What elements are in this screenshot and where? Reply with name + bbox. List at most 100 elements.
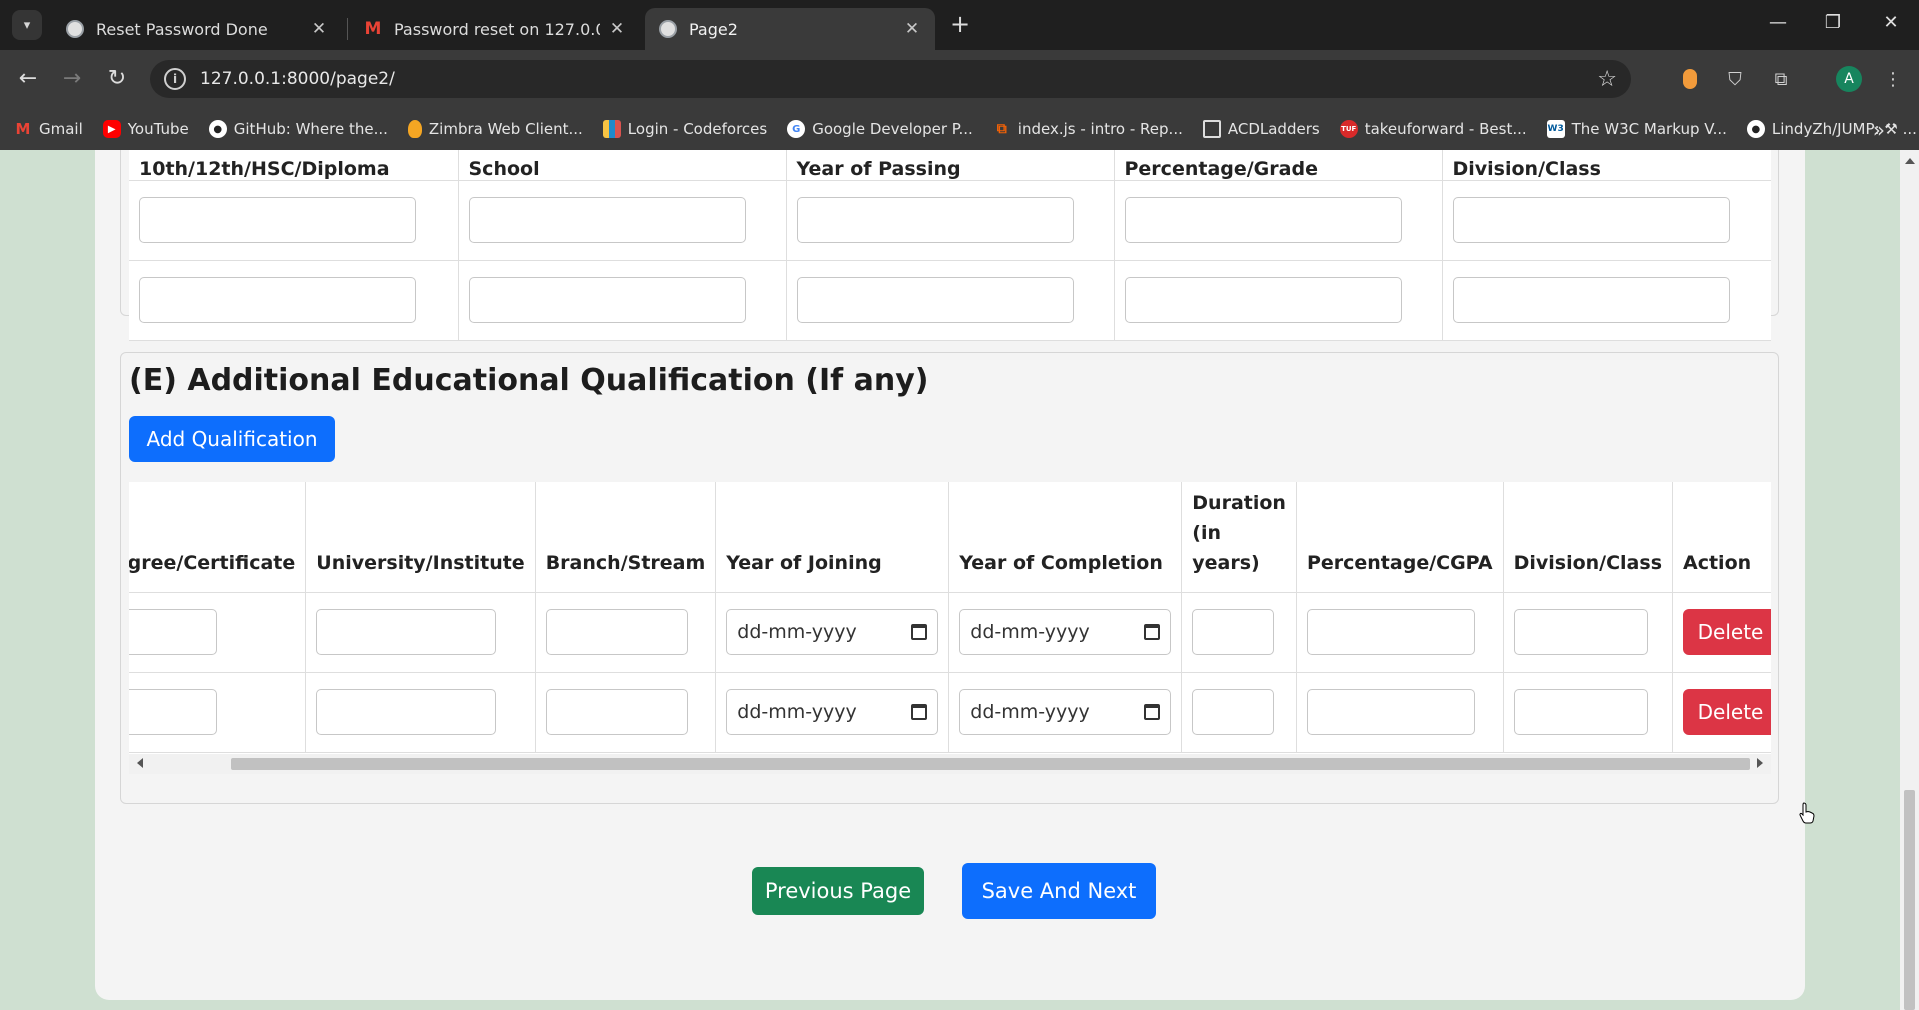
bookmark-label: Gmail (39, 120, 83, 138)
percentage-grade-input[interactable] (1124, 277, 1402, 323)
bookmark-github[interactable]: ● GitHub: Where the... (208, 120, 388, 138)
exam-input[interactable] (139, 277, 416, 323)
menu-icon[interactable]: ⋮ (1880, 66, 1906, 92)
university-input[interactable] (316, 689, 497, 735)
qualification-table-scroll[interactable]: Degree/Certificate University/Institute … (129, 482, 1771, 754)
bookmark-label: index.js - intro - Rep... (1017, 120, 1183, 138)
bookmark-label: Zimbra Web Client... (428, 120, 583, 138)
year-of-joining-input[interactable]: dd-mm-yyyy (726, 689, 939, 735)
back-icon[interactable]: ← (13, 65, 43, 93)
calendar-icon[interactable] (911, 704, 928, 720)
school-input[interactable] (468, 277, 746, 323)
table-cell (305, 672, 536, 753)
bookmark-w3c[interactable]: W3 The W3C Markup V... (1546, 120, 1727, 138)
division-class-input[interactable] (1513, 609, 1648, 655)
university-input[interactable] (316, 609, 497, 655)
calendar-icon[interactable] (1144, 624, 1161, 640)
close-window-icon[interactable]: ✕ (1876, 12, 1906, 33)
division-class-input[interactable] (1452, 197, 1730, 243)
github-icon: ● (1746, 120, 1765, 138)
degree-input[interactable] (129, 609, 217, 655)
exam-input[interactable] (139, 197, 416, 243)
bookmark-label: Login - Codeforces (627, 120, 768, 138)
degree-input[interactable] (129, 689, 217, 735)
school-education-table: 10th/12th/HSC/Diploma School Year of Pas… (129, 150, 1771, 341)
duration-input[interactable] (1192, 689, 1275, 735)
star-icon[interactable]: ☆ (1597, 67, 1617, 92)
branch-input[interactable] (545, 609, 688, 655)
tab-search-button[interactable]: ▾ (12, 10, 42, 40)
table-row: dd-mm-yyyy dd-mm-yyyy Delete (129, 672, 1771, 753)
horizontal-scrollbar[interactable] (129, 754, 1771, 774)
column-header: Duration (in years) (1181, 482, 1297, 593)
bookmark-google-developer[interactable]: G Google Developer P... (787, 120, 973, 138)
bookmark-youtube[interactable]: ▶ YouTube (102, 120, 189, 138)
percentage-grade-input[interactable] (1124, 197, 1402, 243)
year-of-passing-input[interactable] (796, 277, 1074, 323)
delete-button[interactable]: Delete (1683, 689, 1771, 735)
table-cell (1503, 672, 1674, 753)
scroll-right-icon[interactable] (1757, 758, 1763, 768)
new-tab-button[interactable]: + (950, 12, 970, 36)
bookmark-zimbra[interactable]: Zimbra Web Client... (407, 120, 583, 138)
bookmark-takeuforward[interactable]: TUF takeuforward - Best... (1339, 120, 1527, 138)
tab-password-reset[interactable]: M Password reset on 127.0.0.1:800 ✕ (350, 8, 640, 50)
close-icon[interactable]: ✕ (310, 19, 328, 39)
delete-button[interactable]: Delete (1683, 609, 1771, 655)
minimize-icon[interactable]: — (1763, 12, 1793, 33)
tab-page2[interactable]: Page2 ✕ (645, 8, 935, 50)
branch-input[interactable] (545, 689, 688, 735)
table-cell (129, 260, 459, 341)
tab-reset-password-done[interactable]: Reset Password Done ✕ (52, 8, 342, 50)
address-url[interactable]: 127.0.0.1:8000/page2/ (200, 69, 1597, 89)
bookmark-gmail[interactable]: M Gmail (14, 120, 83, 138)
year-of-completion-input[interactable]: dd-mm-yyyy (959, 609, 1172, 655)
close-icon[interactable]: ✕ (903, 19, 921, 39)
table-cell: dd-mm-yyyy (715, 672, 950, 753)
division-class-input[interactable] (1452, 277, 1730, 323)
profile-avatar[interactable]: A (1836, 66, 1862, 92)
scrollbar-thumb[interactable] (231, 758, 1750, 770)
scrollbar-thumb[interactable] (1904, 790, 1915, 1010)
column-header: Action (1672, 482, 1771, 593)
close-icon[interactable]: ✕ (608, 19, 626, 39)
add-qualification-button[interactable]: Add Qualification (129, 416, 335, 462)
forward-icon[interactable]: → (57, 65, 87, 93)
calendar-icon[interactable] (911, 624, 928, 640)
bookmark-acdladders[interactable]: ACDLadders (1202, 120, 1320, 138)
school-input[interactable] (468, 197, 746, 243)
year-of-passing-input[interactable] (796, 197, 1074, 243)
table-cell: dd-mm-yyyy (948, 592, 1183, 673)
scroll-left-icon[interactable] (137, 758, 143, 768)
save-and-next-button[interactable]: Save And Next (962, 863, 1156, 919)
year-of-completion-input[interactable]: dd-mm-yyyy (959, 689, 1172, 735)
bookmark-label: The W3C Markup V... (1571, 120, 1727, 138)
bookmark-codeforces[interactable]: Login - Codeforces (602, 120, 768, 138)
year-of-joining-input[interactable]: dd-mm-yyyy (726, 609, 939, 655)
google-icon: G (787, 120, 806, 138)
previous-page-button[interactable]: Previous Page (752, 867, 924, 915)
scroll-up-icon[interactable] (1905, 158, 1915, 164)
table-cell (786, 180, 1115, 261)
chevron-double-right-icon[interactable]: » (1873, 118, 1885, 142)
bookmark-label: ACDLadders (1227, 120, 1320, 138)
tab-strip: ▾ Reset Password Done ✕ M Password reset… (0, 0, 1919, 50)
duration-input[interactable] (1192, 609, 1275, 655)
info-icon[interactable]: i (164, 68, 186, 90)
calendar-icon[interactable] (1144, 704, 1161, 720)
qualification-table: Degree/Certificate University/Institute … (129, 482, 1771, 753)
extension-icon[interactable] (1677, 66, 1703, 92)
address-bar[interactable]: i 127.0.0.1:8000/page2/ ☆ (150, 60, 1631, 98)
vertical-scrollbar[interactable] (1900, 150, 1919, 1010)
percentage-cgpa-input[interactable] (1306, 689, 1475, 735)
table-cell: Delete (1672, 592, 1771, 673)
puzzle-icon[interactable]: ⧉ (1768, 66, 1794, 92)
reload-icon[interactable]: ↻ (102, 65, 132, 93)
bookmark-lindyzh[interactable]: ● LindyZh/JUMP: ⚒ ... (1746, 120, 1917, 138)
column-header: Percentage/Grade (1114, 150, 1443, 181)
shield-icon[interactable]: ⛉ (1722, 66, 1748, 92)
division-class-input[interactable] (1513, 689, 1648, 735)
bookmark-replit[interactable]: ⧉ index.js - intro - Rep... (993, 120, 1183, 138)
percentage-cgpa-input[interactable] (1306, 609, 1475, 655)
restore-icon[interactable]: ❐ (1818, 12, 1848, 33)
